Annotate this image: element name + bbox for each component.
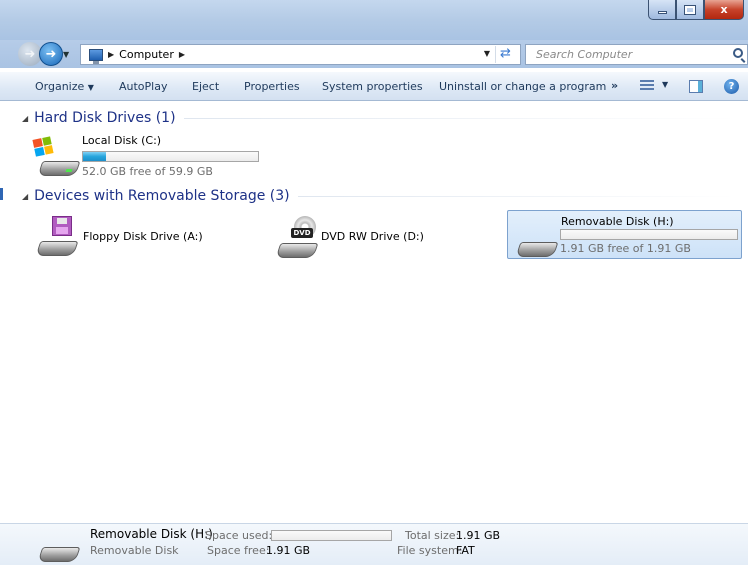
drive-free-space: 52.0 GB free of 59.9 GB [82, 165, 213, 178]
forward-button[interactable]: ➜ [39, 42, 63, 66]
system-properties-button[interactable]: System properties [322, 80, 423, 93]
navigation-pane-edge [0, 103, 11, 523]
breadcrumb-separator-icon[interactable]: ▶ [108, 50, 114, 59]
drive-free-space: 1.91 GB free of 1.91 GB [560, 242, 691, 255]
address-bar[interactable]: ▶ Computer ▶ ▼ ⇄ [80, 44, 521, 65]
navigation-bar: ➜ ➜ ▼ ▶ Computer ▶ ▼ ⇄ [0, 40, 748, 68]
recent-pages-dropdown[interactable]: ▼ [63, 50, 69, 59]
view-options-dropdown[interactable]: ▼ [662, 80, 668, 89]
total-size-value: 1.91 GB [456, 529, 501, 542]
details-drive-type: Removable Disk [90, 544, 179, 557]
window-controls: x [648, 0, 744, 20]
computer-icon [89, 48, 103, 64]
command-bar: Organize ▼ AutoPlay Eject Properties Sys… [0, 71, 748, 101]
uninstall-program-button[interactable]: Uninstall or change a program [439, 80, 606, 93]
dvd-badge: DVD [291, 228, 313, 238]
back-arrow-icon: ➜ [24, 46, 36, 62]
forward-arrow-icon: ➜ [45, 46, 57, 62]
breadcrumb-chevron-icon[interactable]: ▶ [179, 50, 185, 59]
properties-button[interactable]: Properties [244, 80, 300, 93]
search-input[interactable] [526, 48, 716, 61]
more-commands-button[interactable]: » [611, 79, 618, 92]
group-header-hard-disks[interactable]: ◢ Hard Disk Drives (1) [22, 110, 737, 126]
drive-name: Floppy Disk Drive (A:) [83, 230, 203, 243]
group-title: Devices with Removable Storage (3) [34, 188, 290, 204]
drive-removable-h[interactable]: Removable Disk (H:) 1.91 GB free of 1.91… [507, 210, 742, 259]
eject-button[interactable]: Eject [192, 80, 219, 93]
details-pane: Removable Disk (H:) Removable Disk Space… [0, 523, 748, 565]
space-free-value: 1.91 GB [266, 544, 311, 557]
minimize-button[interactable] [648, 0, 676, 20]
minimize-icon [657, 11, 667, 14]
local-disk-icon [32, 136, 81, 176]
search-box[interactable] [525, 44, 748, 65]
details-drive-name: Removable Disk (H:) [90, 527, 213, 541]
drive-name: Local Disk (C:) [82, 134, 162, 147]
preview-pane-icon[interactable] [689, 80, 703, 93]
group-divider [297, 195, 737, 197]
close-icon: x [720, 3, 728, 16]
collapse-triangle-icon[interactable]: ◢ [22, 192, 28, 201]
drive-dvd-d[interactable]: DVD DVD RW Drive (D:) [270, 212, 490, 258]
details-usage-bar [271, 530, 392, 541]
file-system-value: FAT [456, 544, 475, 557]
address-history-dropdown[interactable]: ▼ [484, 49, 490, 58]
drive-name: Removable Disk (H:) [561, 215, 674, 228]
removable-disk-icon [34, 532, 81, 562]
title-bar: x [0, 0, 748, 40]
group-title: Hard Disk Drives (1) [34, 110, 176, 126]
help-icon[interactable]: ? [724, 79, 739, 94]
drive-local-disk-c[interactable]: Local Disk (C:) 52.0 GB free of 59.9 GB [30, 133, 265, 178]
organize-menu[interactable]: Organize ▼ [35, 80, 94, 93]
drive-usage-fill [83, 152, 106, 161]
refresh-button[interactable]: ⇄ [495, 46, 515, 63]
collapse-triangle-icon[interactable]: ◢ [22, 114, 28, 123]
space-free-label: Space free: [207, 544, 270, 557]
organize-label: Organize [35, 80, 85, 93]
group-divider [183, 117, 737, 119]
pane-selection-marker [0, 188, 3, 200]
drive-usage-bar [82, 151, 259, 162]
chevron-down-icon: ▼ [87, 83, 94, 92]
file-system-label: File system: [397, 544, 463, 557]
drive-name: DVD RW Drive (D:) [321, 230, 424, 243]
drive-floppy-a[interactable]: Floppy Disk Drive (A:) [30, 212, 250, 258]
autoplay-button[interactable]: AutoPlay [119, 80, 167, 93]
refresh-icon: ⇄ [500, 46, 511, 61]
dvd-drive-icon: DVD [272, 216, 319, 258]
maximize-button[interactable] [676, 0, 704, 20]
close-button[interactable]: x [704, 0, 744, 20]
group-header-removable[interactable]: ◢ Devices with Removable Storage (3) [22, 188, 737, 204]
removable-disk-icon [512, 227, 559, 257]
drive-usage-bar [560, 229, 738, 240]
maximize-icon [684, 4, 696, 15]
change-view-icon[interactable] [640, 80, 654, 92]
breadcrumb-computer[interactable]: Computer [119, 48, 174, 61]
floppy-drive-icon [32, 216, 79, 256]
total-size-label: Total size: [405, 529, 460, 542]
search-icon[interactable] [733, 48, 743, 58]
space-used-label: Space used: [205, 529, 273, 542]
